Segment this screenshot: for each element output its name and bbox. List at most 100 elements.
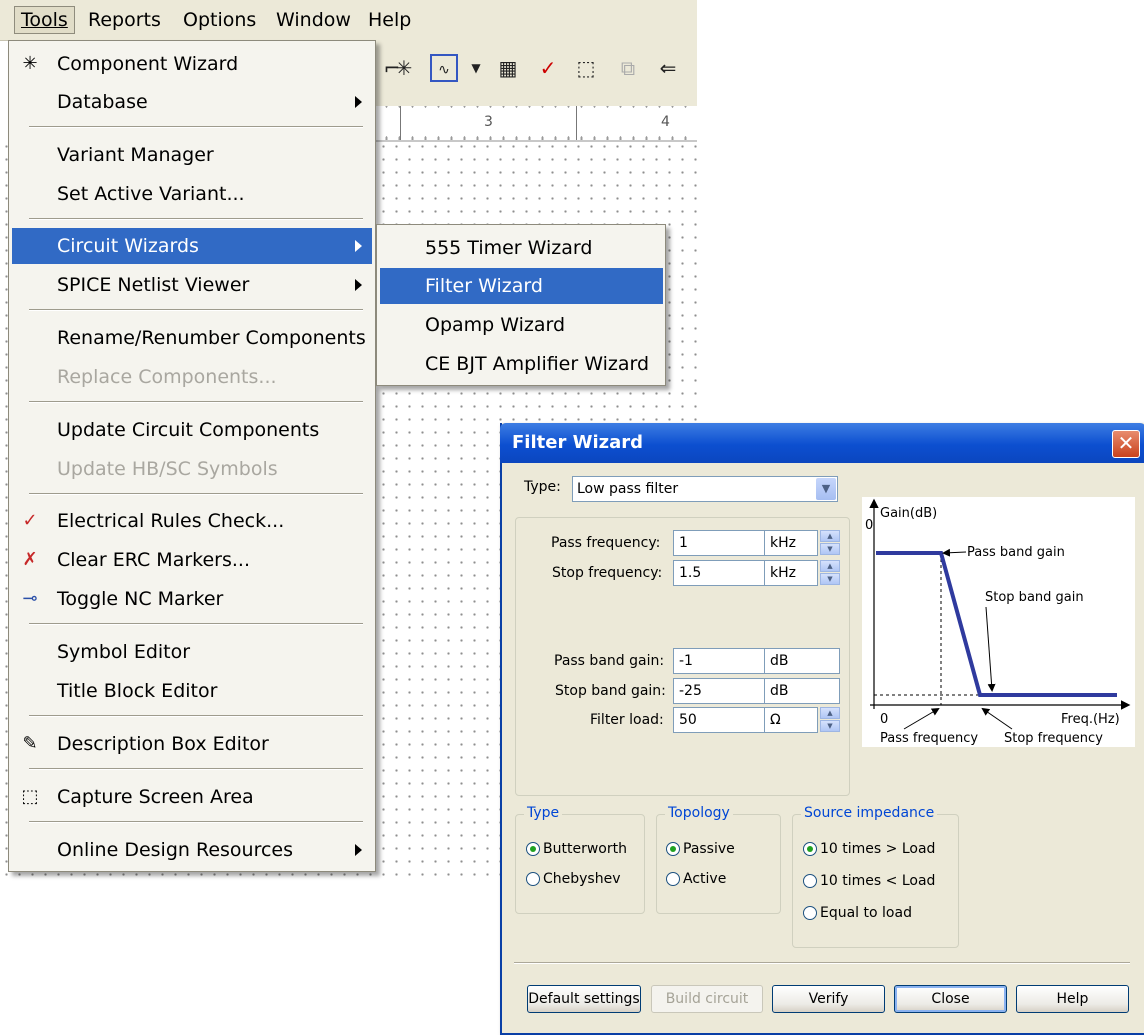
dialog-title: Filter Wizard [512, 432, 644, 453]
capture-area-icon: ⬚ [21, 786, 39, 807]
spin-down-icon[interactable]: ▼ [820, 720, 840, 732]
topology-group-legend: Topology [665, 805, 733, 821]
menu-item-label: Toggle NC Marker [57, 588, 224, 610]
calculator-icon[interactable]: ▦ [494, 54, 522, 82]
menu-item-label: Title Block Editor [57, 680, 218, 702]
radio-10x-less-load[interactable]: 10 times < Load [803, 872, 935, 890]
radio-unselected-icon [803, 874, 817, 888]
y-axis-label: Gain(dB) [880, 506, 937, 521]
menu-item-set-active-variant[interactable]: Set Active Variant... [12, 176, 372, 212]
radio-label: Active [683, 871, 727, 887]
menu-item-online-design-resources[interactable]: Online Design Resources [12, 832, 372, 868]
radio-active[interactable]: Active [666, 870, 726, 888]
menu-item-rename-renumber[interactable]: Rename/Renumber Components [12, 320, 372, 356]
radio-passive[interactable]: Passive [666, 840, 735, 858]
close-icon[interactable]: ✕ [1112, 430, 1140, 458]
radio-butterworth[interactable]: Butterworth [526, 840, 627, 858]
menu-item-label: Update Circuit Components [57, 419, 320, 441]
filter-load-unit[interactable]: Ω [764, 707, 818, 733]
stop-frequency-input[interactable]: 1.5 [673, 560, 765, 586]
pass-frequency-label: Pass frequency [880, 731, 978, 746]
menu-item-update-circuit-components[interactable]: Update Circuit Components [12, 412, 372, 448]
close-button[interactable]: Close [894, 985, 1007, 1013]
menu-window[interactable]: Window [270, 8, 357, 32]
erc-tool-icon[interactable]: ✓ [534, 54, 562, 82]
pass-band-gain-label: Pass band gain: [554, 653, 665, 669]
build-circuit-button: Build circuit [651, 985, 763, 1013]
menu-item-description-box-editor[interactable]: ✎ Description Box Editor [12, 726, 372, 762]
pass-band-gain-unit: dB [764, 648, 840, 674]
radio-selected-icon [526, 842, 540, 856]
filter-load-input[interactable]: 50 [673, 707, 765, 733]
chevron-down-icon[interactable]: ▼ [816, 478, 836, 500]
filter-load-spinner[interactable]: ▲ ▼ [820, 707, 840, 733]
spin-up-icon[interactable]: ▲ [820, 530, 840, 542]
dialog-titlebar[interactable]: Filter Wizard ✕ [500, 423, 1144, 463]
ruler-tick: 3 [482, 114, 495, 130]
pass-frequency-label: Pass frequency: [551, 535, 661, 551]
capture-tool-icon[interactable]: ⬚ [572, 54, 600, 82]
radio-10x-greater-load[interactable]: 10 times > Load [803, 840, 935, 858]
menu-reports[interactable]: Reports [82, 8, 167, 32]
radio-label: Chebyshev [543, 871, 621, 887]
menu-separator [29, 623, 363, 625]
submenu-arrow-icon [355, 279, 362, 291]
verify-button[interactable]: Verify [772, 985, 885, 1013]
submenu-item-opamp-wizard[interactable]: Opamp Wizard [380, 307, 663, 343]
circuit-wizards-submenu: 555 Timer Wizard Filter Wizard Opamp Wiz… [376, 224, 666, 386]
pass-frequency-spinner[interactable]: ▲ ▼ [820, 530, 840, 556]
erc-check-icon: ✓ [22, 510, 38, 531]
submenu-item-555-timer-wizard[interactable]: 555 Timer Wizard [380, 230, 663, 266]
stop-frequency-unit[interactable]: kHz [764, 560, 818, 586]
help-button[interactable]: Help [1016, 985, 1129, 1013]
toolbar: ⌐ ✳ ∿ ▼ ▦ ✓ ⬚ ⧉ ⇐ [376, 40, 697, 106]
filter-type-select[interactable]: Low pass filter ▼ [572, 476, 838, 502]
grapher-icon[interactable]: ∿ [430, 54, 458, 82]
menu-separator [29, 493, 363, 495]
menu-item-label: Component Wizard [57, 53, 239, 75]
menu-help[interactable]: Help [362, 8, 417, 32]
type-group-legend: Type [524, 805, 563, 821]
component-wizard-tool-icon[interactable]: ✳ [390, 54, 418, 82]
submenu-item-label: Filter Wizard [425, 275, 543, 297]
menu-options[interactable]: Options [177, 8, 262, 32]
menu-item-variant-manager[interactable]: Variant Manager [12, 137, 372, 173]
menu-separator [29, 218, 363, 220]
back-annotate-icon[interactable]: ⇐ [654, 54, 682, 82]
menu-item-circuit-wizards[interactable]: Circuit Wizards [12, 228, 372, 264]
menu-tools[interactable]: Tools [14, 6, 75, 34]
radio-chebyshev[interactable]: Chebyshev [526, 870, 621, 888]
menu-item-component-wizard[interactable]: ✳ Component Wizard [12, 46, 372, 82]
stop-frequency-label: Stop frequency [1004, 731, 1103, 746]
menu-item-replace-components: Replace Components... [12, 359, 372, 395]
spin-up-icon[interactable]: ▲ [820, 707, 840, 719]
radio-unselected-icon [526, 872, 540, 886]
spin-down-icon[interactable]: ▼ [820, 573, 840, 585]
menu-item-electrical-rules-check[interactable]: ✓ Electrical Rules Check... [12, 503, 372, 539]
stop-frequency-pointer [981, 707, 1013, 730]
menu-item-toggle-nc-marker[interactable]: ⊸ Toggle NC Marker [12, 581, 372, 617]
default-settings-button[interactable]: Default settings [527, 985, 641, 1013]
stop-band-gain-input[interactable]: -25 [673, 678, 765, 704]
menu-item-clear-erc-markers[interactable]: ✗ Clear ERC Markers... [12, 542, 372, 578]
submenu-item-label: CE BJT Amplifier Wizard [425, 353, 650, 375]
stop-frequency-spinner[interactable]: ▲ ▼ [820, 560, 840, 586]
spin-down-icon[interactable]: ▼ [820, 543, 840, 555]
dropdown-arrow-icon[interactable]: ▼ [462, 54, 490, 82]
submenu-item-filter-wizard[interactable]: Filter Wizard [380, 268, 663, 304]
menu-item-symbol-editor[interactable]: Symbol Editor [12, 634, 372, 670]
menu-item-database[interactable]: Database [12, 84, 372, 120]
spin-up-icon[interactable]: ▲ [820, 560, 840, 572]
menu-item-capture-screen-area[interactable]: ⬚ Capture Screen Area [12, 779, 372, 815]
radio-unselected-icon [666, 872, 680, 886]
pass-frequency-unit[interactable]: kHz [764, 530, 818, 556]
menu-item-title-block-editor[interactable]: Title Block Editor [12, 673, 372, 709]
dialog-separator [514, 962, 1130, 964]
menu-item-spice-netlist-viewer[interactable]: SPICE Netlist Viewer [12, 267, 372, 303]
radio-equal-to-load[interactable]: Equal to load [803, 904, 912, 922]
submenu-item-ce-bjt-amplifier-wizard[interactable]: CE BJT Amplifier Wizard [380, 346, 663, 382]
filter-type-value: Low pass filter [577, 481, 679, 497]
pass-frequency-input[interactable]: 1 [673, 530, 765, 556]
menu-item-label: Update HB/SC Symbols [57, 458, 278, 480]
pass-band-gain-input[interactable]: -1 [673, 648, 765, 674]
